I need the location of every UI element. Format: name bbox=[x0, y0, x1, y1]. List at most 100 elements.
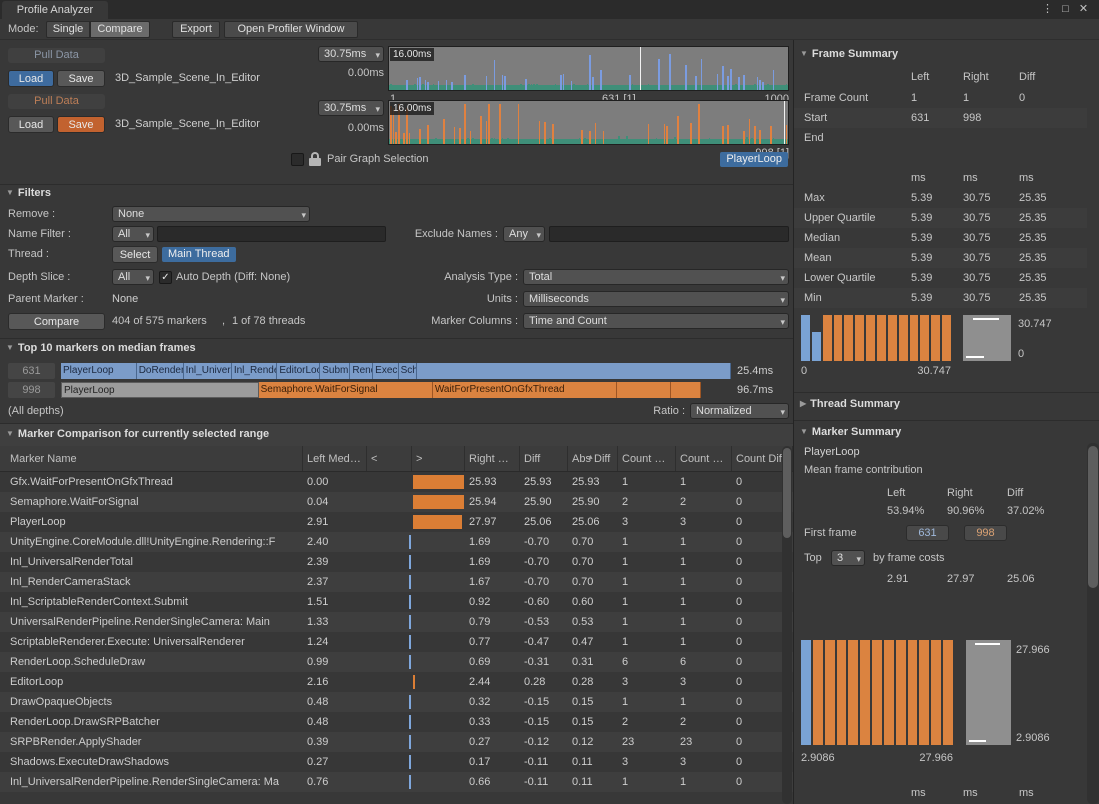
scrollbar-thumb[interactable] bbox=[1088, 446, 1098, 588]
marker-row[interactable]: UnityEngine.CoreModule.dll!UnityEngine.R… bbox=[0, 532, 793, 552]
marker-row[interactable]: Inl_RenderCameraStack2.371.67-0.700.7011… bbox=[0, 572, 793, 592]
scale-left-dropdown[interactable]: 30.75ms ▾ bbox=[318, 46, 384, 62]
marker-columns-dropdown[interactable]: Time and Count ▾ bbox=[523, 313, 789, 329]
depth-mode-dropdown[interactable]: All ▾ bbox=[112, 269, 154, 285]
export-button[interactable]: Export bbox=[172, 21, 220, 38]
table-scrollbar[interactable] bbox=[782, 446, 792, 804]
thread-select-button[interactable]: Select bbox=[112, 246, 158, 263]
selected-marker-chip[interactable]: PlayerLoop bbox=[720, 152, 788, 167]
marker-row[interactable]: RenderLoop.ScheduleDraw0.990.69-0.310.31… bbox=[0, 652, 793, 672]
marker-segment[interactable]: Sch bbox=[399, 363, 417, 379]
remove-dropdown[interactable]: None ▾ bbox=[112, 206, 310, 222]
auto-depth-checkbox[interactable]: ✓ bbox=[159, 271, 172, 284]
frame-graph-left[interactable]: 16.00ms bbox=[388, 46, 789, 91]
marker-segment[interactable]: Inl_Render bbox=[232, 363, 278, 379]
pull-data-right-button[interactable]: Pull Data bbox=[8, 94, 105, 109]
table-row[interactable]: msmsms bbox=[794, 783, 1087, 803]
column-header[interactable]: Count Left bbox=[618, 446, 676, 471]
column-header[interactable]: ▴Abs Diff bbox=[568, 446, 618, 471]
save-left-button[interactable]: Save bbox=[57, 70, 105, 87]
panel-scrollbar[interactable] bbox=[1087, 443, 1099, 804]
pair-graph-checkbox[interactable] bbox=[291, 153, 304, 166]
close-icon[interactable]: ✕ bbox=[1076, 2, 1091, 17]
table-row[interactable]: Upper Quartile5.3930.7525.35 bbox=[794, 208, 1087, 228]
marker-row[interactable]: SRPBRender.ApplyShader0.390.27-0.120.122… bbox=[0, 732, 793, 752]
load-left-button[interactable]: Load bbox=[8, 70, 54, 87]
marker-row[interactable]: EditorLoop2.162.440.280.28330 bbox=[0, 672, 793, 692]
marker-row[interactable]: Gfx.WaitForPresentOnGfxThread0.0025.9325… bbox=[0, 472, 793, 492]
marker-segment[interactable]: Exec bbox=[373, 363, 398, 379]
table-row[interactable]: Start631998 bbox=[794, 108, 1087, 128]
name-filter-mode-dropdown[interactable]: All ▾ bbox=[112, 226, 154, 242]
column-header[interactable]: Marker Name bbox=[0, 446, 303, 471]
table-row[interactable]: Mean5.3930.7525.35 bbox=[794, 248, 1087, 268]
marker-segment[interactable]: WaitForPresentOnGfxThread bbox=[433, 382, 617, 398]
save-right-button[interactable]: Save bbox=[57, 116, 105, 133]
marker-summary-header[interactable]: ▼Marker Summary bbox=[800, 426, 901, 438]
frame-summary-boxplot[interactable] bbox=[963, 315, 1011, 361]
maximize-icon[interactable]: □ bbox=[1058, 2, 1073, 17]
marker-comparison-header[interactable]: ▼Marker Comparison for currently selecte… bbox=[6, 428, 269, 440]
marker-segment[interactable]: PlayerLoop bbox=[61, 382, 259, 398]
load-right-button[interactable]: Load bbox=[8, 116, 54, 133]
filters-section-header[interactable]: ▼Filters bbox=[6, 187, 51, 199]
column-header[interactable]: Right Median bbox=[465, 446, 520, 471]
window-menu-icon[interactable]: ⋮ bbox=[1040, 2, 1055, 17]
column-header[interactable]: < bbox=[367, 446, 412, 471]
ratio-dropdown[interactable]: Normalized ▾ bbox=[690, 403, 789, 419]
marker-segment[interactable]: Inl_Univers bbox=[184, 363, 232, 379]
exclude-mode-dropdown[interactable]: Any ▾ bbox=[503, 226, 545, 242]
marker-segment[interactable] bbox=[417, 363, 731, 379]
column-header[interactable]: Count Right bbox=[676, 446, 732, 471]
table-row[interactable]: Min5.3930.7525.35 bbox=[794, 288, 1087, 308]
marker-row[interactable]: PlayerLoop2.9127.9725.0625.06330 bbox=[0, 512, 793, 532]
thread-summary-header[interactable]: ▶Thread Summary bbox=[800, 398, 900, 410]
pull-data-left-button[interactable]: Pull Data bbox=[8, 48, 105, 63]
frame-index[interactable]: 631 bbox=[8, 363, 55, 379]
scrollbar-thumb[interactable] bbox=[783, 448, 791, 538]
marker-row[interactable]: RenderLoop.DrawSRPBatcher0.480.33-0.150.… bbox=[0, 712, 793, 732]
marker-segment[interactable]: DoRenderL bbox=[137, 363, 184, 379]
frame-summary-histogram[interactable] bbox=[801, 315, 951, 361]
open-profiler-button[interactable]: Open Profiler Window bbox=[224, 21, 358, 38]
table-row[interactable]: msmsms bbox=[794, 168, 1087, 188]
top10-section-header[interactable]: ▼Top 10 markers on median frames bbox=[6, 342, 196, 354]
marker-row[interactable]: ScriptableRenderer.Execute: UniversalRen… bbox=[0, 632, 793, 652]
frame-summary-header[interactable]: ▼Frame Summary bbox=[800, 48, 898, 60]
table-row[interactable]: End bbox=[794, 128, 1087, 148]
marker-segment[interactable]: Submi bbox=[320, 363, 350, 379]
column-header[interactable]: > bbox=[412, 446, 465, 471]
marker-segment[interactable] bbox=[617, 382, 671, 398]
mode-single-button[interactable]: Single bbox=[46, 21, 90, 38]
frame-index[interactable]: 998 bbox=[8, 382, 55, 398]
units-dropdown[interactable]: Milliseconds ▾ bbox=[523, 291, 789, 307]
compare-button[interactable]: Compare bbox=[8, 313, 105, 330]
marker-segment[interactable]: PlayerLoop bbox=[61, 363, 137, 379]
table-row[interactable]: Frame Count110 bbox=[794, 88, 1087, 108]
marker-segment[interactable]: EditorLoo bbox=[277, 363, 320, 379]
first-frame-left-button[interactable]: 631 bbox=[906, 525, 949, 541]
first-frame-right-button[interactable]: 998 bbox=[964, 525, 1007, 541]
marker-row[interactable]: Shadows.ExecuteDrawShadows0.270.17-0.110… bbox=[0, 752, 793, 772]
analysis-type-dropdown[interactable]: Total ▾ bbox=[523, 269, 789, 285]
column-header[interactable]: Diff bbox=[520, 446, 568, 471]
marker-segment[interactable] bbox=[671, 382, 701, 398]
top-n-dropdown[interactable]: 3 ▾ bbox=[831, 550, 865, 566]
exclude-names-input[interactable] bbox=[549, 226, 789, 242]
name-filter-input[interactable] bbox=[157, 226, 386, 242]
column-header[interactable]: Left Median bbox=[303, 446, 367, 471]
marker-summary-boxplot[interactable] bbox=[966, 640, 1011, 745]
table-row[interactable]: Lower Quartile5.3930.7525.35 bbox=[794, 268, 1087, 288]
marker-segment[interactable]: Semaphore.WaitForSignal bbox=[259, 382, 433, 398]
mode-compare-button[interactable]: Compare bbox=[90, 21, 150, 38]
marker-segment[interactable]: Rende bbox=[350, 363, 373, 379]
tab-profile-analyzer[interactable]: Profile Analyzer bbox=[2, 1, 108, 19]
table-row[interactable]: Median5.3930.7525.35 bbox=[794, 228, 1087, 248]
table-row[interactable]: Max5.3930.7525.35 bbox=[794, 188, 1087, 208]
thread-value-chip[interactable]: Main Thread bbox=[162, 247, 236, 262]
marker-row[interactable]: DrawOpaqueObjects0.480.32-0.150.15110 bbox=[0, 692, 793, 712]
marker-summary-histogram[interactable] bbox=[801, 640, 953, 745]
marker-row[interactable]: Inl_UniversalRenderPipeline.RenderSingle… bbox=[0, 772, 793, 792]
lock-icon[interactable] bbox=[309, 152, 321, 166]
scale-right-dropdown[interactable]: 30.75ms ▾ bbox=[318, 100, 384, 116]
